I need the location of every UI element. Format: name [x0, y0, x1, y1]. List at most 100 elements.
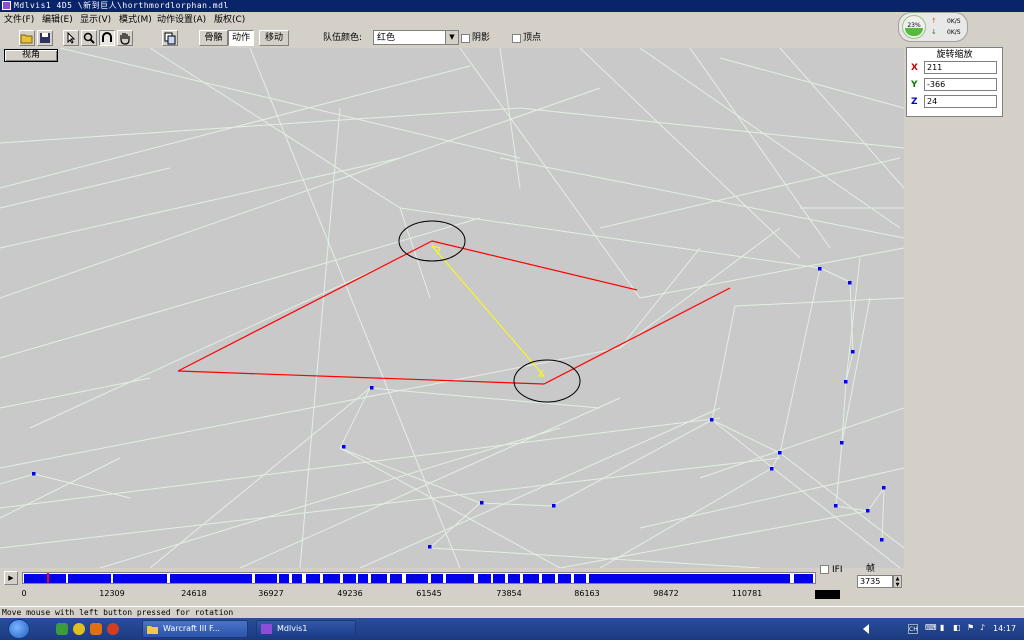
tick-label: 73854 — [496, 589, 522, 598]
timeline-track[interactable] — [22, 572, 816, 584]
sequence-segment[interactable] — [446, 574, 474, 583]
play-icon: ▶ — [8, 574, 14, 582]
tray-expand-icon[interactable] — [863, 624, 869, 634]
timeline-cursor[interactable] — [47, 573, 49, 583]
menu-file[interactable]: 文件(F) — [4, 14, 34, 26]
upload-arrow-icon: ↑ — [931, 17, 937, 25]
team-color-label: 队伍颜色: — [323, 33, 363, 43]
sequence-segment[interactable] — [574, 574, 586, 583]
taskbar-button-label: Mdlvis1 — [277, 624, 308, 633]
menu-copyright[interactable]: 版权(C) — [214, 14, 245, 26]
zoom-tool-button[interactable] — [81, 30, 97, 46]
timeline-end-marker — [815, 590, 840, 599]
sequence-segment[interactable] — [323, 574, 340, 583]
shadow-checkbox[interactable] — [461, 34, 470, 43]
tick-label: 61545 — [416, 589, 442, 598]
sequence-segment[interactable] — [558, 574, 571, 583]
sequence-segment[interactable] — [292, 574, 302, 583]
save-file-button[interactable] — [37, 30, 53, 46]
tick-label: 12309 — [99, 589, 125, 598]
rotate-tool-button[interactable] — [99, 30, 115, 46]
app-icon — [261, 624, 272, 634]
network-icon[interactable]: ◧ — [953, 623, 961, 632]
sequence-segment[interactable] — [24, 574, 66, 583]
ime-indicator[interactable]: CH — [908, 624, 918, 634]
sequence-segment[interactable] — [255, 574, 277, 583]
menu-view[interactable]: 显示(V) — [80, 14, 111, 26]
keyboard-icon[interactable]: ⌨ — [925, 623, 937, 632]
z-rotation-input[interactable]: 24 — [924, 95, 997, 108]
ifi-checkbox[interactable] — [820, 565, 829, 574]
z-axis-label: Z — [911, 97, 918, 107]
sequence-segment[interactable] — [542, 574, 555, 583]
sequence-segment[interactable] — [279, 574, 289, 583]
model-viewport[interactable] — [0, 48, 904, 568]
mesh-wireframe — [0, 48, 904, 568]
folder-icon — [20, 34, 33, 44]
rotate-icon — [102, 32, 112, 42]
chevron-down-icon[interactable]: ▼ — [445, 31, 458, 44]
vertex-checkbox[interactable] — [512, 34, 521, 43]
tab-move[interactable]: 移动 — [259, 30, 289, 46]
copy-button[interactable] — [162, 30, 178, 46]
sequence-segment[interactable] — [390, 574, 402, 583]
sequence-segment[interactable] — [523, 574, 539, 583]
clock[interactable]: 14:17 — [993, 624, 1016, 634]
sequence-segment[interactable] — [508, 574, 520, 583]
y-axis-label: Y — [911, 80, 918, 90]
volume-icon[interactable]: ♪ — [980, 623, 985, 632]
flag-icon[interactable]: ⚑ — [967, 623, 974, 632]
pivot-highlight-bottom — [513, 359, 581, 403]
pan-tool-button[interactable] — [117, 30, 133, 46]
rotation-panel-title: 旋转缩放 — [936, 50, 973, 60]
sequence-segment[interactable] — [493, 574, 505, 583]
upload-speed: 0K/S — [947, 18, 961, 25]
tick-label: 49236 — [337, 589, 363, 598]
battery-icon[interactable]: ▮ — [940, 623, 944, 632]
sequence-segment[interactable] — [68, 574, 111, 583]
quicklaunch-icon[interactable] — [73, 623, 85, 635]
tick-label: 24618 — [181, 589, 207, 598]
taskbar-button-mdlvis[interactable]: Mdlvis1 — [256, 620, 356, 638]
sequence-segment[interactable] — [306, 574, 320, 583]
quicklaunch-icon[interactable] — [90, 623, 102, 635]
view-button[interactable]: 视角 — [4, 49, 58, 62]
menu-edit[interactable]: 编辑(E) — [42, 14, 73, 26]
sequence-segment[interactable] — [794, 574, 813, 583]
quicklaunch-icon[interactable] — [107, 623, 119, 635]
quicklaunch-icon[interactable] — [56, 623, 68, 635]
x-rotation-input[interactable]: 211 — [924, 61, 997, 74]
play-button[interactable]: ▶ — [4, 571, 18, 585]
frame-spinner[interactable]: ▲ ▼ — [893, 575, 902, 588]
start-button[interactable] — [8, 619, 30, 639]
tick-label: 110781 — [731, 589, 763, 598]
sequence-segment[interactable] — [589, 574, 790, 583]
cpu-gauge: 23% — [902, 15, 926, 39]
team-color-select[interactable]: 红色 ▼ — [373, 30, 459, 45]
sequence-segment[interactable] — [406, 574, 428, 583]
taskbar-button-warcraft[interactable]: Warcraft III F... — [142, 620, 248, 638]
tick-label: 86163 — [574, 589, 600, 598]
system-tray: CH ⌨ ▮ ◧ ⚑ ♪ 14:17 — [905, 618, 1024, 640]
sequence-segment[interactable] — [478, 574, 491, 583]
download-speed: 0K/S — [947, 29, 961, 36]
sequence-segment[interactable] — [343, 574, 356, 583]
sequence-segment[interactable] — [431, 574, 443, 583]
menu-mode[interactable]: 模式(M) — [119, 14, 152, 26]
sequence-segment[interactable] — [113, 574, 167, 583]
vertex-points — [32, 267, 886, 549]
frame-input[interactable]: 3735 — [857, 575, 893, 588]
sequence-segment[interactable] — [358, 574, 368, 583]
y-rotation-input[interactable]: -366 — [924, 78, 997, 91]
menu-animation-settings[interactable]: 动作设置(A) — [157, 14, 206, 26]
cpu-percent: 23% — [907, 22, 921, 29]
team-color-value: 红色 — [377, 33, 396, 43]
sequence-segment[interactable] — [371, 574, 387, 583]
open-file-button[interactable] — [19, 30, 35, 46]
wireframe-canvas[interactable] — [0, 48, 904, 568]
sequence-segment[interactable] — [170, 574, 252, 583]
select-tool-button[interactable] — [63, 30, 79, 46]
tab-animation[interactable]: 动作 — [228, 30, 254, 46]
tab-bones[interactable]: 骨骼 — [199, 30, 228, 46]
tick-label: 98472 — [653, 589, 679, 598]
